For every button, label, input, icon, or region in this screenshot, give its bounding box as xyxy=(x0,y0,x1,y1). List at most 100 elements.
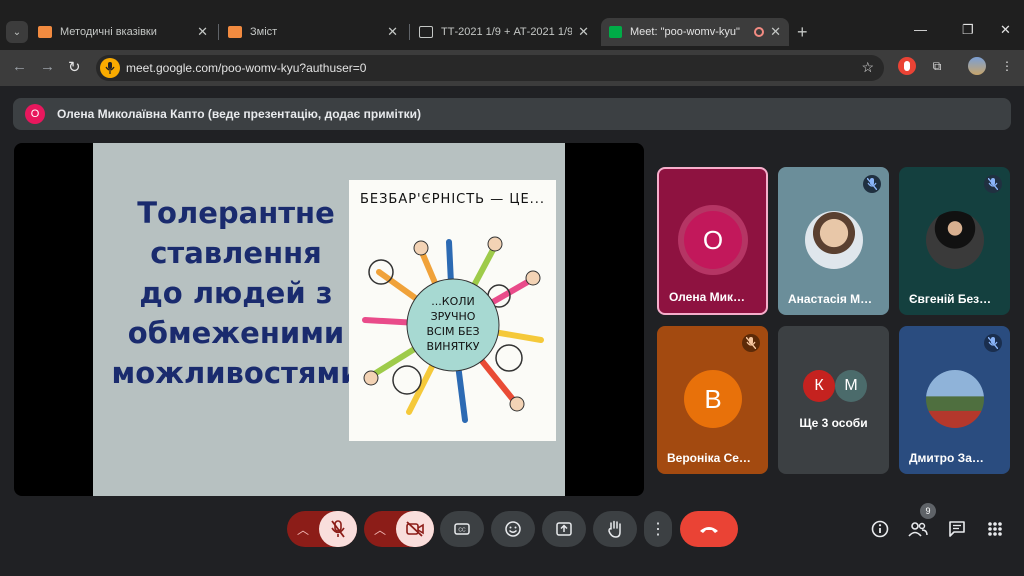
participant-name: Анастасія М… xyxy=(788,292,873,306)
chat-button[interactable] xyxy=(945,517,969,541)
mic-off-icon xyxy=(863,175,881,193)
accessibility-poster: БЕЗБАР'ЄРНІСТЬ — ЦЕ... ...КОЛИ ЗРУЧНО ВС… xyxy=(349,180,556,441)
slide-title-line: ставлення xyxy=(150,236,322,270)
participant-name: Олена Мик… xyxy=(669,290,745,304)
tab-strip: ⌄ Методичні вказівки ✕ Зміст ✕ ТТ-2021 1… xyxy=(0,0,1024,50)
participant-tile[interactable]: Євгеній Без… xyxy=(899,167,1010,315)
mic-indicator-icon[interactable] xyxy=(100,58,120,78)
participant-tile[interactable]: О Олена Мик… xyxy=(657,167,768,315)
more-options-icon: ⋮ xyxy=(650,521,666,538)
present-screen-icon xyxy=(556,522,572,536)
presentation-slide: Толерантне ставлення до людей з обмежени… xyxy=(93,143,565,496)
participant-photo xyxy=(926,211,984,269)
camera-options-chevron-icon[interactable]: ︿ xyxy=(364,511,396,547)
poster-circle-text: ...КОЛИ ЗРУЧНО ВСІМ БЕЗ ВИНЯТКУ xyxy=(407,294,499,354)
mic-options-chevron-icon[interactable]: ︿ xyxy=(287,511,319,547)
back-icon[interactable]: ← xyxy=(12,58,27,75)
presenter-banner-text: Олена Миколаївна Капто (веде презентацію… xyxy=(57,107,422,121)
activities-button[interactable] xyxy=(983,517,1007,541)
slide-title-line: до людей з xyxy=(139,276,333,310)
leave-call-button[interactable] xyxy=(680,511,738,547)
activities-icon xyxy=(988,522,1002,536)
reload-icon[interactable]: ↻ xyxy=(68,58,81,76)
meeting-info-icon xyxy=(871,520,889,538)
participant-tile[interactable]: Дмитро За… xyxy=(899,326,1010,474)
mic-off-icon xyxy=(742,334,760,352)
captions-icon: CC xyxy=(454,523,470,535)
poster-circle-line: ВИНЯТКУ xyxy=(426,340,480,353)
participant-name: Вероніка Се… xyxy=(667,451,751,465)
tab-close-icon[interactable]: ✕ xyxy=(578,24,589,40)
minimize-icon[interactable]: — xyxy=(914,22,927,37)
presenter-banner: О Олена Миколаївна Капто (веде презентац… xyxy=(13,98,1011,130)
participant-avatar: К xyxy=(803,370,835,402)
participant-tile[interactable]: В Вероніка Се… xyxy=(657,326,768,474)
extension-record-icon[interactable] xyxy=(898,57,916,75)
poster-circle-line: ВСІМ БЕЗ xyxy=(426,325,480,338)
tab-title: ТТ-2021 1/9 + АТ-2021 1/9 Ви xyxy=(441,26,573,38)
emoji-button[interactable] xyxy=(491,511,535,547)
people-icon xyxy=(908,522,928,537)
svg-text:CC: CC xyxy=(458,528,466,534)
mic-off-icon xyxy=(984,334,1002,352)
tab-title: Методичні вказівки xyxy=(60,26,157,38)
close-icon[interactable]: ✕ xyxy=(1000,22,1011,38)
participant-avatar: М xyxy=(835,370,867,402)
others-tile[interactable]: К М Ще 3 особи xyxy=(778,326,889,474)
raise-hand-icon xyxy=(608,520,621,538)
present-button[interactable] xyxy=(542,511,586,547)
tab-close-icon[interactable]: ✕ xyxy=(197,24,208,40)
forward-icon[interactable]: → xyxy=(40,58,55,75)
chat-icon xyxy=(949,521,965,537)
profile-avatar-icon[interactable] xyxy=(968,57,986,75)
tab-title: Meet: "poo-womv-kyu" xyxy=(630,26,740,38)
meeting-info-button[interactable] xyxy=(868,517,892,541)
people-button[interactable] xyxy=(906,517,930,541)
tab-search-icon[interactable]: ⌄ xyxy=(6,21,28,43)
participant-avatar: В xyxy=(684,370,742,428)
camera-off-icon[interactable] xyxy=(396,511,434,547)
slide-title-line: обмеженими xyxy=(127,316,345,350)
tab-close-icon[interactable]: ✕ xyxy=(387,24,398,40)
recording-indicator-icon xyxy=(754,27,765,37)
document-favicon-icon xyxy=(419,26,433,38)
emoji-icon xyxy=(505,521,521,537)
captions-button[interactable]: CC xyxy=(440,511,484,547)
extension-icon[interactable]: ⧉ xyxy=(928,57,946,75)
participant-tile[interactable]: Анастасія М… xyxy=(778,167,889,315)
meet-favicon-icon xyxy=(609,26,622,38)
restore-icon[interactable]: ❐ xyxy=(962,22,974,38)
tab-close-icon[interactable]: ✕ xyxy=(770,24,781,40)
slides-favicon-icon xyxy=(38,26,52,38)
address-bar[interactable]: meet.google.com/poo-womv-kyu?authuser=0 … xyxy=(96,55,884,81)
tab-meet[interactable]: Meet: "poo-womv-kyu" ✕ xyxy=(601,18,789,46)
mic-off-icon[interactable] xyxy=(319,511,357,547)
mic-control: ︿ xyxy=(287,511,357,547)
participant-name: Євгеній Без… xyxy=(909,292,992,306)
slides-favicon-icon xyxy=(228,26,242,38)
browser-toolbar: ← → ↻ meet.google.com/poo-womv-kyu?authu… xyxy=(0,50,1024,86)
url-text[interactable]: meet.google.com/poo-womv-kyu?authuser=0 xyxy=(126,61,366,75)
presenter-avatar: О xyxy=(25,104,45,124)
tab-title: Зміст xyxy=(250,26,278,38)
others-count-label: Ще 3 особи xyxy=(799,416,868,430)
tab-divider xyxy=(409,24,410,40)
tab-contents[interactable]: Зміст ✕ xyxy=(220,18,406,46)
tab-divider xyxy=(218,24,219,40)
participant-name: Дмитро За… xyxy=(909,451,984,465)
menu-icon[interactable]: ⋮ xyxy=(998,57,1016,75)
tab-methodical[interactable]: Методичні вказівки ✕ xyxy=(30,18,216,46)
people-count-badge: 9 xyxy=(920,503,936,519)
leave-call-icon xyxy=(700,527,718,533)
raise-hand-button[interactable] xyxy=(593,511,637,547)
tab-schedule[interactable]: ТТ-2021 1/9 + АТ-2021 1/9 Ви ✕ xyxy=(411,18,597,46)
participant-photo xyxy=(805,211,863,269)
bookmark-star-icon[interactable]: ☆ xyxy=(861,59,874,76)
presentation-stage[interactable]: Толерантне ставлення до людей з обмежени… xyxy=(14,143,644,496)
participant-avatar: О xyxy=(684,211,742,269)
new-tab-icon[interactable]: + xyxy=(797,22,808,43)
slide-title: Толерантне ставлення до людей з обмежени… xyxy=(101,193,371,393)
more-options-button[interactable]: ⋮ xyxy=(644,511,672,547)
poster-circle-line: ЗРУЧНО xyxy=(430,310,476,323)
poster-circle-line: ...КОЛИ xyxy=(431,295,475,308)
